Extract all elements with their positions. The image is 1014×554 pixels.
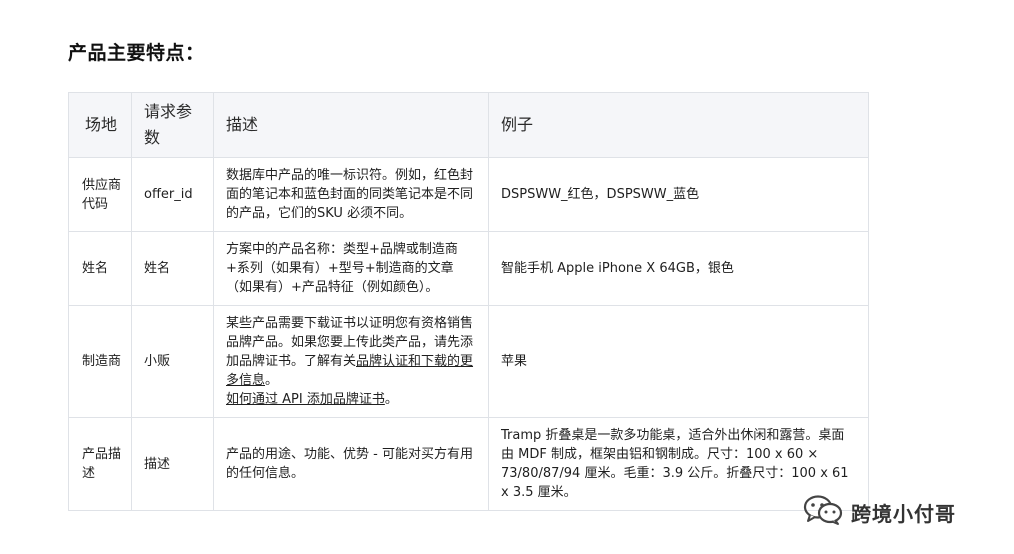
cell-description: 产品的用途、功能、优势 - 可能对买方有用的任何信息。	[213, 417, 489, 511]
table-header-row: 场地 请求参数 描述 例子	[68, 92, 869, 158]
wechat-icon	[803, 494, 843, 530]
cell-description: 某些产品需要下载证书以证明您有资格销售品牌产品。如果您要上传此类产品，请先添加品…	[213, 305, 489, 418]
cell-param: offer_id	[131, 157, 214, 232]
cell-description: 方案中的产品名称：类型+品牌或制造商+系列（如果有）+型号+制造商的文章（如果有…	[213, 231, 489, 306]
table-row: 产品描述 描述 产品的用途、功能、优势 - 可能对买方有用的任何信息。 Tram…	[68, 417, 869, 511]
cell-field: 姓名	[68, 231, 132, 306]
cell-field: 制造商	[68, 305, 132, 418]
header-param: 请求参数	[131, 92, 214, 158]
cell-field: 产品描述	[68, 417, 132, 511]
table-row: 制造商 小贩 某些产品需要下载证书以证明您有资格销售品牌产品。如果您要上传此类产…	[68, 305, 869, 418]
api-add-certificate-link[interactable]: 如何通过 API 添加品牌证书	[226, 392, 385, 407]
cell-description: 数据库中产品的唯一标识符。例如，红色封面的笔记本和蓝色封面的同类笔记本是不同的产…	[213, 157, 489, 232]
cell-example: DSPSWW_红色，DSPSWW_蓝色	[488, 157, 869, 232]
cell-param: 姓名	[131, 231, 214, 306]
cell-param: 小贩	[131, 305, 214, 418]
product-features-table: 场地 请求参数 描述 例子 供应商代码 offer_id 数据库中产品的唯一标识…	[68, 92, 869, 511]
header-example: 例子	[488, 92, 869, 158]
cell-example: 智能手机 Apple iPhone X 64GB，银色	[488, 231, 869, 306]
cell-example: 苹果	[488, 305, 869, 418]
watermark: 跨境小付哥	[803, 494, 956, 530]
cell-param: 描述	[131, 417, 214, 511]
header-field: 场地	[68, 92, 132, 158]
table-row: 供应商代码 offer_id 数据库中产品的唯一标识符。例如，红色封面的笔记本和…	[68, 157, 869, 232]
cell-field: 供应商代码	[68, 157, 132, 232]
header-description: 描述	[213, 92, 489, 158]
description-text: 。	[265, 373, 279, 388]
page-heading: 产品主要特点：	[68, 42, 205, 64]
description-text: 。	[384, 392, 398, 407]
table-row: 姓名 姓名 方案中的产品名称：类型+品牌或制造商+系列（如果有）+型号+制造商的…	[68, 231, 869, 306]
watermark-text: 跨境小付哥	[851, 501, 956, 526]
